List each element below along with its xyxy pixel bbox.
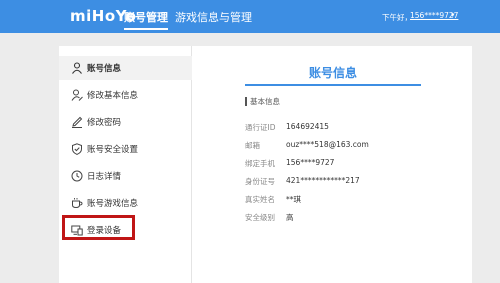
sidebar-item-label: 日志详情 — [87, 172, 122, 182]
phone-value: 156****9727 — [286, 158, 335, 167]
user-edit-icon — [71, 89, 83, 101]
sidebar-item-label: 账号信息 — [87, 64, 122, 74]
email-label: 邮箱 — [245, 141, 260, 150]
top-navbar: miHoYo 账号管理 游戏信息与管理 下午好， 156****9727 ▾ — [0, 0, 500, 33]
shield-check-icon — [72, 143, 82, 155]
sidebar-item-label: 账号安全设置 — [87, 145, 139, 155]
sidebar-item-edit-basic-info[interactable]: 修改基本信息 — [59, 83, 192, 107]
security-level-label: 安全级别 — [245, 213, 275, 222]
tab-account-management[interactable]: 账号管理 — [124, 9, 168, 30]
sidebar: 账号信息 修改基本信息 修改密码 账号安全设置 日志详情 账号游戏信息 登录设备 — [59, 46, 192, 283]
passport-id-label: 通行证ID — [245, 123, 276, 132]
sidebar-item-label: 账号游戏信息 — [87, 199, 139, 209]
id-number-label: 身份证号 — [245, 177, 275, 186]
sidebar-item-label: 修改基本信息 — [87, 91, 139, 101]
real-name-label: 真实姓名 — [245, 195, 275, 204]
sidebar-item-account-info[interactable]: 账号信息 — [59, 56, 192, 80]
section-heading: 基本信息 — [245, 97, 280, 106]
sidebar-item-label: 修改密码 — [87, 118, 122, 128]
user-icon — [72, 62, 82, 74]
page-title: 账号信息 — [308, 66, 357, 80]
sidebar-item-security-settings[interactable]: 账号安全设置 — [59, 137, 192, 161]
sidebar-item-game-info[interactable]: 账号游戏信息 — [59, 191, 192, 215]
security-level-value: 高 — [286, 213, 294, 222]
tab-game-info[interactable]: 游戏信息与管理 — [175, 9, 252, 25]
chevron-down-icon[interactable]: ▾ — [451, 11, 455, 19]
sidebar-item-log-details[interactable]: 日志详情 — [59, 164, 192, 188]
cup-icon — [72, 198, 83, 209]
highlight-box — [62, 215, 135, 240]
sidebar-item-change-password[interactable]: 修改密码 — [59, 110, 192, 134]
passport-id-value: 164692415 — [286, 122, 329, 131]
email-value: ouz****518@163.com — [286, 140, 369, 149]
title-underline — [245, 84, 421, 86]
greeting-text: 下午好， — [382, 13, 412, 22]
pencil-icon — [72, 116, 83, 128]
real-name-value: **琪 — [286, 195, 301, 204]
phone-label: 绑定手机 — [245, 159, 275, 168]
id-number-value: 421************217 — [286, 176, 360, 185]
clock-icon — [71, 170, 83, 182]
